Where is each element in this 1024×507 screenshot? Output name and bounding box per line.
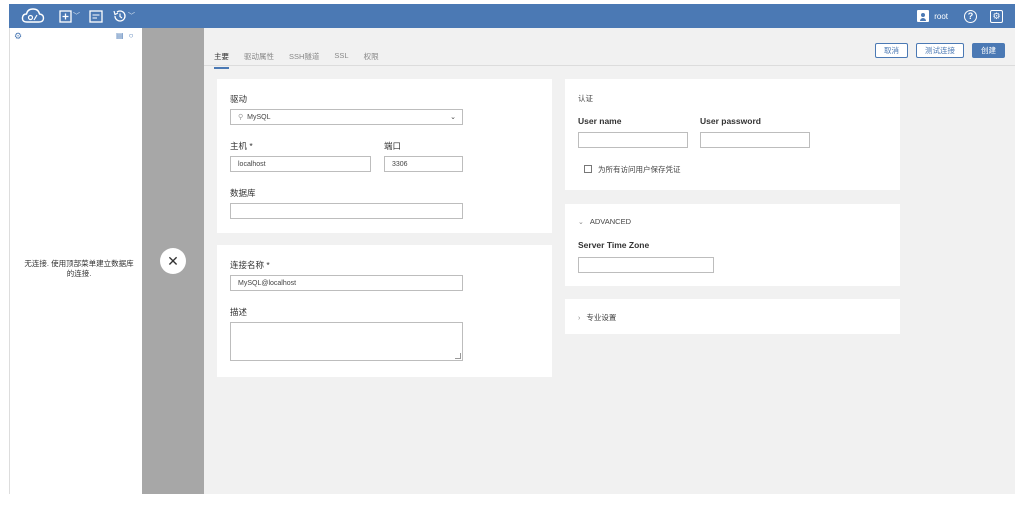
- host-input[interactable]: localhost: [230, 156, 371, 172]
- password-label: User password: [700, 116, 761, 126]
- chevron-down-icon[interactable]: ﹀: [73, 11, 80, 21]
- close-icon[interactable]: ✕: [160, 248, 186, 274]
- gear-icon[interactable]: ⚙: [14, 31, 22, 42]
- advanced-card: ⌄ ADVANCED Server Time Zone: [565, 204, 900, 286]
- top-bar: ﹀ ﹀ root ? ⚙: [9, 4, 1015, 28]
- chevron-down-icon: ⌄: [450, 114, 456, 121]
- connection-name-card: 连接名称 * MySQL@localhost 描述: [217, 245, 552, 377]
- username-input[interactable]: [578, 132, 688, 148]
- connection-name-input[interactable]: MySQL@localhost: [230, 275, 463, 291]
- auth-card: 认证 User name User password 为所有访问用户保存凭证: [565, 79, 900, 190]
- advanced-title: ADVANCED: [589, 217, 631, 226]
- database-label: 数据库: [230, 188, 256, 198]
- connection-form: 主要 驱动属性 SSH隧道 SSL 权限 取消 测试连接 创建 驱动 ⚲ MySQ…: [204, 28, 1015, 494]
- tab-ssh-tunnel[interactable]: SSH隧道: [289, 51, 319, 69]
- description-textarea[interactable]: [230, 322, 463, 361]
- driver-value: MySQL: [247, 114, 271, 121]
- save-credentials-label: 为所有访问用户保存凭证: [598, 165, 681, 174]
- professional-settings-card[interactable]: › 专业设置: [565, 299, 900, 334]
- cancel-button[interactable]: 取消: [875, 43, 908, 58]
- password-input[interactable]: [700, 132, 810, 148]
- username: root: [934, 11, 948, 21]
- tab-driver-properties[interactable]: 驱动属性: [244, 51, 274, 69]
- settings-icon[interactable]: ⚙: [990, 9, 1003, 23]
- chevron-right-icon: ›: [578, 315, 581, 322]
- connection-name-label: 连接名称 *: [230, 260, 270, 270]
- new-connection-icon[interactable]: ﹀: [59, 9, 80, 23]
- app-logo-icon[interactable]: [21, 7, 45, 25]
- host-label: 主机 *: [230, 141, 253, 151]
- connection-tabs: 主要 驱动属性 SSH隧道 SSL 权限: [214, 51, 394, 69]
- driver-select[interactable]: ⚲ MySQL ⌄: [230, 109, 463, 125]
- username-label: User name: [578, 116, 622, 126]
- help-icon[interactable]: ?: [964, 9, 977, 23]
- user-icon: [917, 10, 930, 22]
- panel-gutter: ✕: [142, 28, 204, 494]
- empty-navigator-message: 无连接. 使用顶部菜单建立数据库的连接.: [24, 259, 134, 278]
- create-button[interactable]: 创建: [972, 43, 1005, 58]
- history-icon[interactable]: ﹀: [112, 9, 135, 23]
- plug-icon: ⚲: [238, 114, 244, 121]
- navigator-toolbar: ▤ ○: [116, 31, 138, 40]
- auth-title: 认证: [578, 94, 593, 103]
- chevron-down-icon[interactable]: ﹀: [128, 11, 135, 21]
- port-label: 端口: [384, 141, 402, 151]
- professional-settings-toggle[interactable]: › 专业设置: [578, 312, 616, 323]
- user-menu[interactable]: root: [917, 10, 948, 22]
- refresh-icon[interactable]: ○: [129, 31, 134, 40]
- sql-editor-icon[interactable]: [89, 9, 103, 23]
- professional-settings-title: 专业设置: [586, 313, 617, 322]
- test-connection-button[interactable]: 测试连接: [916, 43, 964, 58]
- driver-card: 驱动 ⚲ MySQL ⌄ 主机 * localhost 端口 3306 数据库: [217, 79, 552, 233]
- timezone-input[interactable]: [578, 257, 714, 273]
- port-input[interactable]: 3306: [384, 156, 463, 172]
- database-input[interactable]: [230, 203, 463, 219]
- tab-permissions[interactable]: 权限: [364, 51, 379, 69]
- driver-label: 驱动: [230, 94, 248, 104]
- form-actions: 取消 测试连接 创建: [867, 43, 1005, 58]
- navigator-panel: ⚙ ▤ ○ 无连接. 使用顶部菜单建立数据库的连接.: [9, 28, 142, 494]
- save-credentials-checkbox[interactable]: [584, 165, 592, 173]
- advanced-toggle[interactable]: ⌄ ADVANCED: [578, 217, 631, 226]
- tab-ssl[interactable]: SSL: [334, 51, 348, 69]
- tab-main[interactable]: 主要: [214, 51, 229, 69]
- timezone-label: Server Time Zone: [578, 240, 650, 250]
- chevron-down-icon: ⌄: [578, 219, 584, 226]
- tab-divider: [204, 65, 1015, 66]
- filter-icon[interactable]: ▤: [116, 31, 124, 40]
- description-label: 描述: [230, 307, 248, 317]
